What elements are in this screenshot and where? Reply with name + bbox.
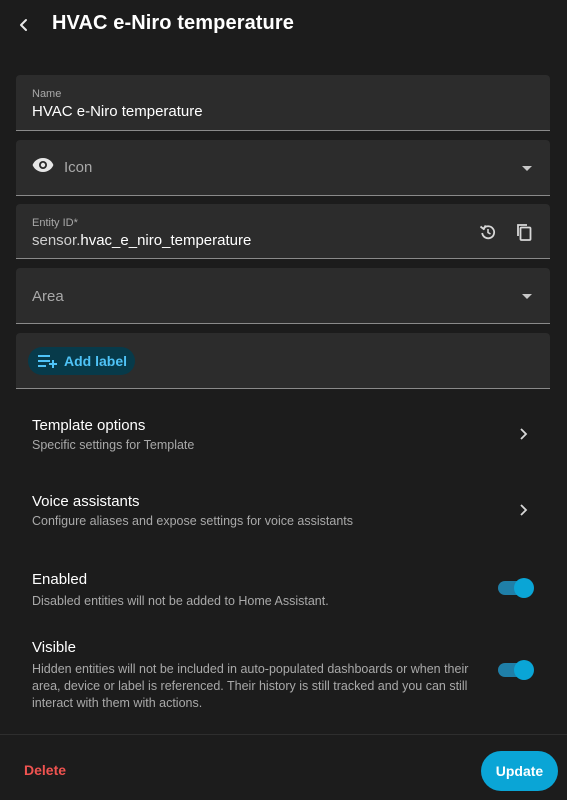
template-options-item[interactable]: Template options Specific settings for T…: [0, 405, 567, 465]
area-field-placeholder: Area: [32, 288, 64, 305]
dropdown-arrow-icon[interactable]: [522, 294, 532, 299]
page-title: HVAC e-Niro temperature: [52, 12, 294, 34]
eye-icon: [32, 158, 54, 172]
visible-subtitle-line1: Hidden entities will not be included in …: [32, 662, 469, 676]
delete-button[interactable]: Delete: [24, 762, 66, 778]
add-label-button[interactable]: Add label: [28, 347, 135, 375]
chevron-right-icon: [520, 504, 528, 516]
restore-entity-id-button[interactable]: [475, 219, 501, 245]
dialog-header: HVAC e-Niro temperature: [0, 0, 567, 50]
labels-field: Add label: [16, 333, 550, 389]
enabled-subtitle: Disabled entities will not be added to H…: [32, 594, 329, 608]
restore-icon: [479, 225, 496, 240]
back-button[interactable]: [10, 11, 38, 39]
chevron-left-icon: [20, 19, 27, 31]
template-options-subtitle: Specific settings for Template: [32, 438, 195, 452]
toggle-thumb: [514, 660, 534, 680]
visible-title: Visible: [32, 639, 76, 656]
copy-icon: [517, 224, 532, 241]
visible-subtitle-line3: interact with them with actions.: [32, 696, 203, 710]
entity-id-object-id: hvac_e_niro_temperature: [80, 232, 252, 249]
area-field[interactable]: Area: [16, 268, 550, 324]
voice-assistants-title: Voice assistants: [32, 493, 140, 510]
footer-divider: [0, 734, 567, 735]
voice-assistants-item[interactable]: Voice assistants Configure aliases and e…: [0, 480, 567, 540]
enabled-setting: Enabled Disabled entities will not be ad…: [0, 560, 567, 620]
name-field[interactable]: Name HVAC e-Niro temperature: [16, 75, 550, 131]
icon-field-placeholder: Icon: [64, 159, 93, 176]
entity-id-field[interactable]: Entity ID* sensor.hvac_e_niro_temperatur…: [16, 204, 550, 259]
dropdown-arrow-icon[interactable]: [522, 166, 532, 171]
template-options-title: Template options: [32, 417, 146, 434]
playlist-plus-icon: [38, 355, 57, 368]
copy-entity-id-button[interactable]: [511, 219, 537, 245]
icon-field[interactable]: Icon: [16, 140, 550, 196]
visible-subtitle-line2: area, device or label is referenced. The…: [32, 679, 468, 693]
visible-toggle[interactable]: [498, 660, 534, 680]
voice-assistants-subtitle: Configure aliases and expose settings fo…: [32, 514, 354, 528]
add-label-text: Add label: [64, 353, 128, 369]
chevron-right-icon: [520, 428, 528, 440]
enabled-title: Enabled: [32, 571, 88, 588]
entity-id-prefix: sensor.: [32, 232, 81, 249]
update-button[interactable]: Update: [481, 751, 558, 791]
name-field-value[interactable]: HVAC e-Niro temperature: [32, 103, 203, 120]
name-field-label: Name: [32, 88, 62, 100]
entity-id-value[interactable]: sensor.hvac_e_niro_temperature: [32, 232, 251, 249]
entity-id-label: Entity ID*: [32, 217, 78, 229]
enabled-toggle[interactable]: [498, 578, 534, 598]
visible-setting: Visible Hidden entities will not be incl…: [0, 628, 567, 718]
toggle-thumb: [514, 578, 534, 598]
